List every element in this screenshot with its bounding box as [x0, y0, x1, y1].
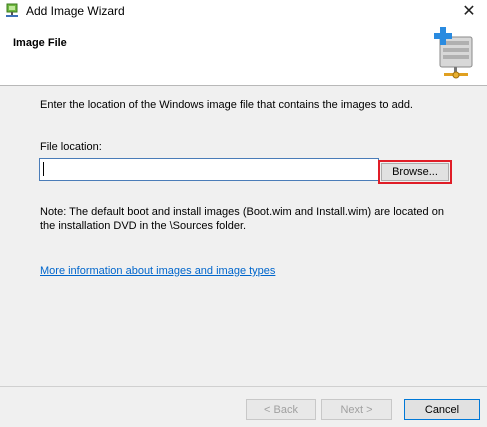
browse-button[interactable]: Browse... — [381, 163, 449, 181]
back-button[interactable]: < Back — [246, 399, 316, 420]
cancel-button[interactable]: Cancel — [404, 399, 480, 420]
wizard-network-icon — [6, 3, 18, 17]
close-icon: ✕ — [462, 1, 476, 20]
note-text: Note: The default boot and install image… — [40, 206, 444, 232]
title-bar: Add Image Wizard ✕ — [0, 0, 487, 22]
footer-divider — [0, 386, 487, 387]
window-title: Add Image Wizard — [26, 4, 125, 18]
page-title: Image File — [13, 37, 67, 49]
next-button[interactable]: Next > — [321, 399, 392, 420]
file-location-label: File location: — [40, 141, 102, 153]
file-location-input[interactable] — [39, 158, 379, 181]
instruction-text: Enter the location of the Windows image … — [40, 99, 413, 111]
close-button[interactable]: ✕ — [451, 0, 487, 22]
browse-highlight: Browse... — [378, 160, 452, 184]
add-image-server-icon — [434, 27, 473, 79]
wizard-content: Enter the location of the Windows image … — [0, 86, 487, 386]
text-caret — [43, 162, 44, 176]
more-info-link[interactable]: More information about images and image … — [40, 265, 275, 277]
wizard-header: Image File — [0, 22, 487, 86]
